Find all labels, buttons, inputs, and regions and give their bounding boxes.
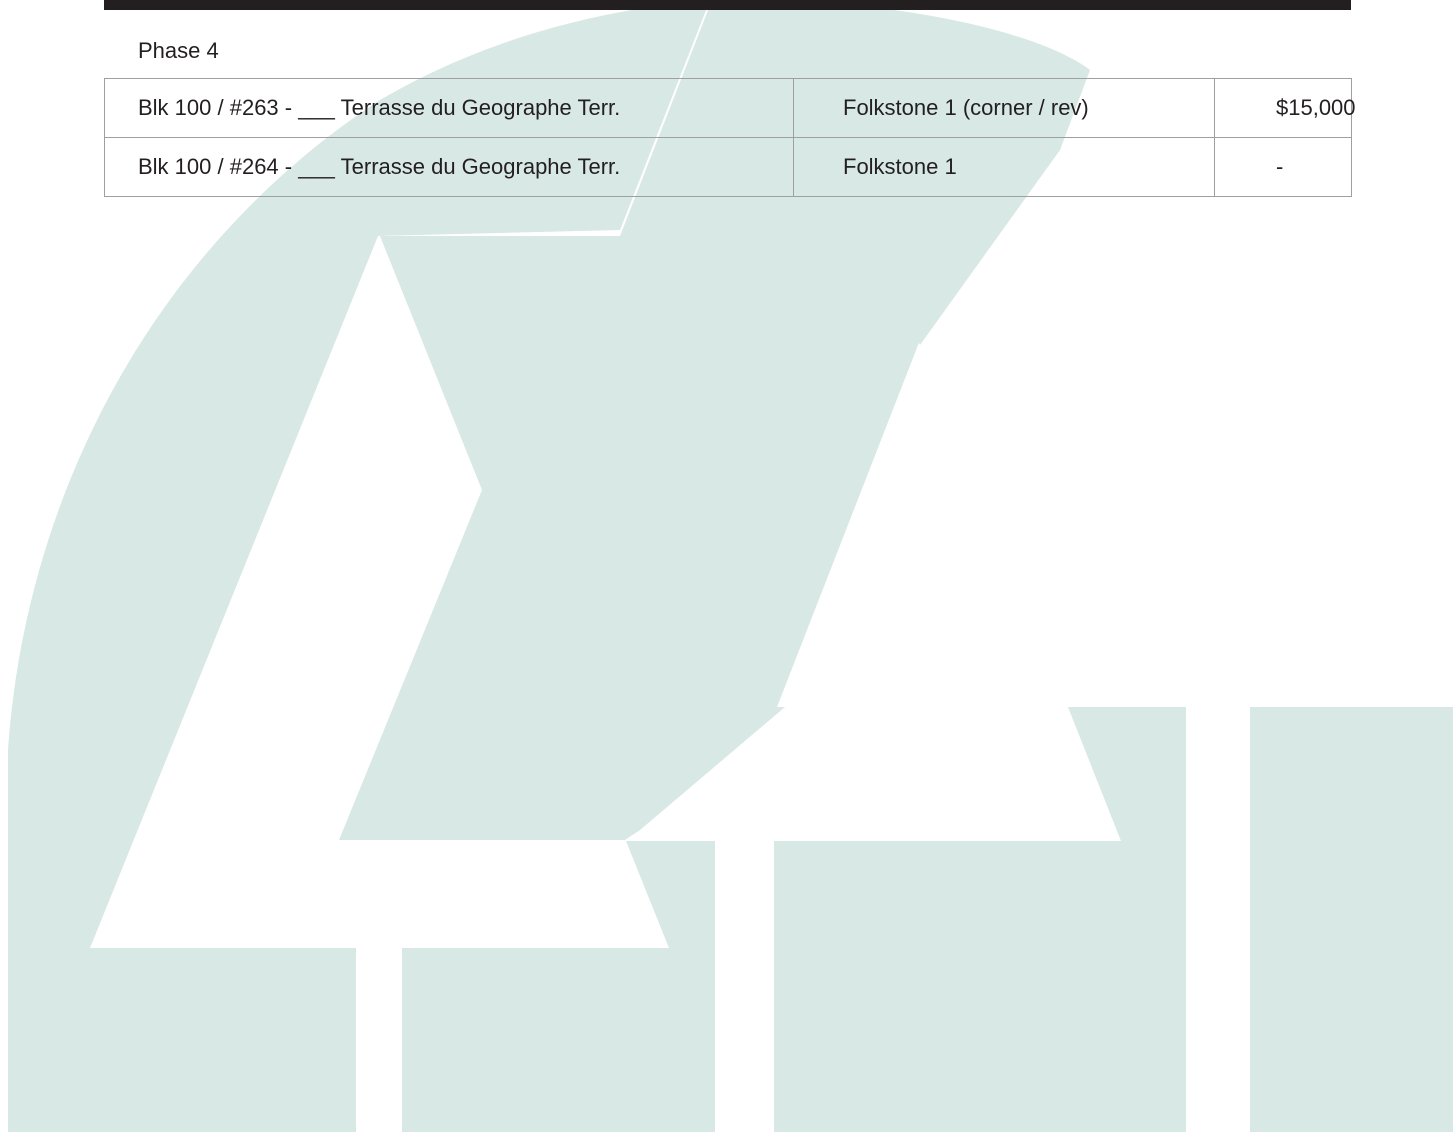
phase-heading: Phase 4 xyxy=(138,38,219,63)
table-row: Blk 100 / #264 - ___ Terrasse du Geograp… xyxy=(104,137,1352,197)
price-cell: - xyxy=(1214,137,1352,197)
lot-address-cell: Blk 100 / #264 - ___ Terrasse du Geograp… xyxy=(104,137,794,197)
header-rule xyxy=(104,0,1351,10)
model-cell: Folkstone 1 (corner / rev) xyxy=(793,78,1215,138)
table-row: Blk 100 / #263 - ___ Terrasse du Geograp… xyxy=(104,78,1356,138)
price-cell: $15,000 xyxy=(1214,78,1356,138)
lots-table: Blk 100 / #263 - ___ Terrasse du Geograp… xyxy=(104,78,1356,197)
model-cell: Folkstone 1 xyxy=(793,137,1215,197)
lot-address-cell: Blk 100 / #263 - ___ Terrasse du Geograp… xyxy=(104,78,794,138)
